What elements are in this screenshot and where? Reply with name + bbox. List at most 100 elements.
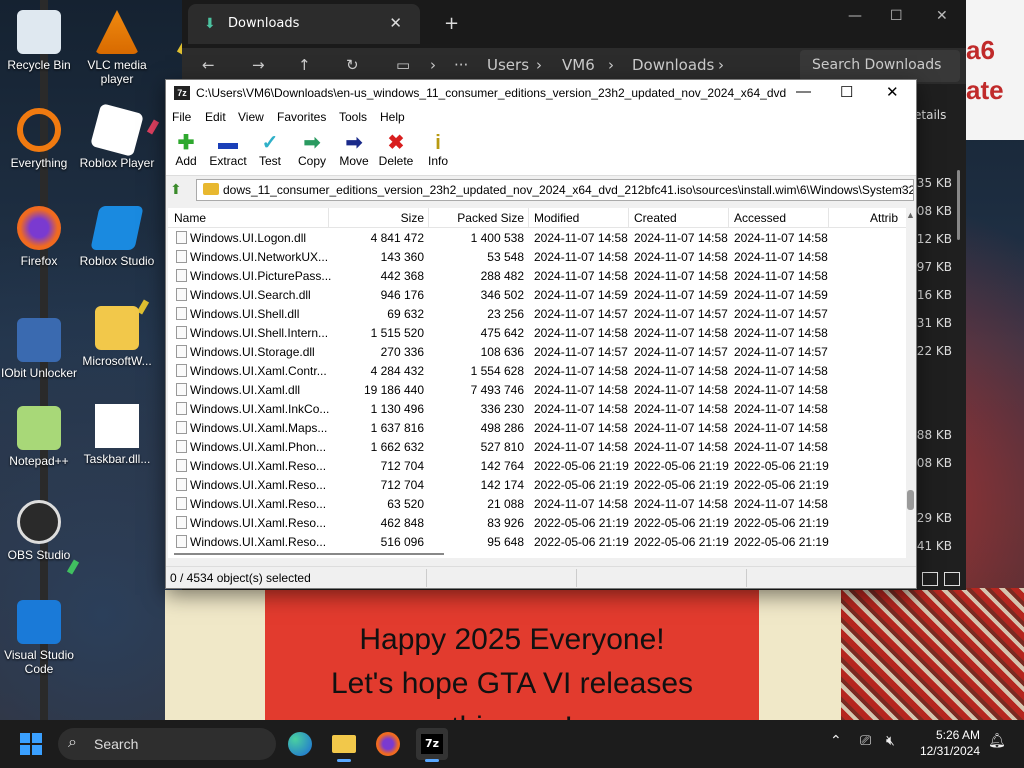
taskbar-edge[interactable]	[284, 728, 316, 760]
table-row[interactable]: Windows.UI.Xaml.Contr... 4 284 432 1 554 6…	[168, 361, 906, 380]
new-tab-button[interactable]: +	[444, 13, 459, 34]
table-row[interactable]: Windows.UI.Xaml.Reso... 712 704 142 174 202…	[168, 475, 906, 494]
tab-title: Downloads	[228, 16, 300, 31]
cell-packed-size: 288 482	[480, 269, 524, 283]
scroll-thumb[interactable]	[174, 553, 444, 555]
file-list[interactable]: Name Size Packed Size Modified Created A…	[168, 208, 906, 548]
table-row[interactable]: Windows.UI.Shell.dll 69 632 23 256 2024-11-…	[168, 304, 906, 323]
desktop-icon-vscode[interactable]: Visual Studio Code	[0, 600, 84, 676]
more-icon[interactable]: ···	[454, 56, 468, 74]
desktop-icon-obs[interactable]: OBS Studio	[0, 500, 84, 562]
cell-accessed: 2024-11-07 14:58	[734, 402, 828, 416]
table-row[interactable]: Windows.UI.Xaml.InkCo... 1 130 496 336 230…	[168, 399, 906, 418]
table-row[interactable]: Windows.UI.Xaml.Reso... 462 848 83 926 2022…	[168, 513, 906, 532]
cell-modified: 2022-05-06 21:19	[534, 535, 629, 548]
cell-size: 4 284 432	[370, 364, 424, 378]
delete-button[interactable]: ✖ Delete	[373, 132, 419, 168]
col-packed-size[interactable]: Packed Size	[438, 211, 524, 225]
table-row[interactable]: Windows.UI.Logon.dll 4 841 472 1 400 538 20…	[168, 228, 906, 247]
details-view-icon[interactable]	[922, 572, 938, 586]
up-icon[interactable]: ↑	[298, 56, 311, 74]
tab-downloads[interactable]: ⬇ Downloads ✕	[188, 4, 420, 44]
forward-icon[interactable]: →	[252, 56, 265, 74]
vscode-icon	[17, 600, 61, 644]
path-input[interactable]: dows_11_consumer_editions_version_23h2_u…	[196, 179, 914, 201]
scroll-thumb[interactable]	[907, 490, 914, 510]
clock[interactable]: 5:26 AM 12/31/2024	[916, 727, 980, 759]
minimize-button[interactable]: —	[848, 8, 862, 24]
table-row[interactable]: Windows.UI.NetworkUX... 143 360 53 548 2024…	[168, 247, 906, 266]
explorer-scrollbar[interactable]	[957, 170, 960, 240]
taskbar-7zip[interactable]: 7z	[416, 728, 448, 762]
col-size[interactable]: Size	[348, 211, 424, 225]
menu-file[interactable]: File	[172, 110, 191, 124]
copy-button[interactable]: ➡ Copy	[289, 132, 335, 168]
info-button[interactable]: i Info	[415, 132, 461, 168]
table-row[interactable]: Windows.UI.Storage.dll 270 336 108 636 2024…	[168, 342, 906, 361]
col-accessed[interactable]: Accessed	[734, 211, 786, 225]
desktop-icon-roblox-studio[interactable]: Roblox Studio	[72, 206, 162, 268]
table-row[interactable]: Windows.UI.Shell.Intern... 1 515 520 475 6…	[168, 323, 906, 342]
menu-edit[interactable]: Edit	[205, 110, 226, 124]
col-created[interactable]: Created	[634, 211, 677, 225]
volume-muted-icon[interactable]: 🔇︎	[886, 733, 895, 749]
7zip-window[interactable]: 7z C:\Users\VM6\Downloads\en-us_windows_…	[165, 79, 917, 589]
close-button[interactable]: ✕	[936, 8, 948, 24]
close-button[interactable]: ✕	[886, 83, 899, 101]
table-row[interactable]: Windows.UI.Xaml.dll 19 186 440 7 493 746 20…	[168, 380, 906, 399]
menu-help[interactable]: Help	[380, 110, 405, 124]
details-button[interactable]: etails	[914, 108, 946, 122]
taskbar-file-explorer[interactable]	[328, 728, 360, 762]
menu-favorites[interactable]: Favorites	[277, 110, 326, 124]
breadcrumb-vm6[interactable]: VM6	[562, 56, 595, 74]
maximize-button[interactable]: ☐	[890, 8, 903, 24]
network-icon[interactable]: ⎚	[860, 733, 871, 749]
search-input[interactable]: Search Downloads	[800, 50, 960, 82]
test-button[interactable]: ✓ Test	[247, 132, 293, 168]
scroll-up-icon[interactable]: ▲	[906, 210, 915, 220]
col-modified[interactable]: Modified	[534, 211, 579, 225]
move-button[interactable]: ➡ Move	[331, 132, 377, 168]
tiles-view-icon[interactable]	[944, 572, 960, 586]
desktop-icon-vlc[interactable]: VLC media player	[72, 10, 162, 86]
clock-date: 12/31/2024	[919, 744, 980, 758]
table-row[interactable]: Windows.UI.Search.dll 946 176 346 502 2024-…	[168, 285, 906, 304]
menu-tools[interactable]: Tools	[339, 110, 367, 124]
col-attrib[interactable]: Attrib	[870, 211, 898, 225]
cell-size: 442 368	[380, 269, 424, 283]
table-row[interactable]: Windows.UI.Xaml.Phon... 1 662 632 527 810 2…	[168, 437, 906, 456]
desktop-icon-taskbar-dll[interactable]: Taskbar.dll...	[72, 404, 162, 466]
table-row[interactable]: Windows.UI.Xaml.Reso... 516 096 95 648 2022…	[168, 532, 906, 548]
taskbar-firefox[interactable]	[372, 728, 404, 760]
file-icon	[176, 497, 187, 510]
close-tab-icon[interactable]: ✕	[389, 14, 402, 32]
desktop-icon-roblox-player[interactable]: Roblox Player	[72, 103, 162, 170]
extract-button[interactable]: ▬ Extract	[205, 132, 251, 168]
cell-accessed: 2024-11-07 14:58	[734, 231, 828, 245]
table-row[interactable]: Windows.UI.PicturePass... 442 368 288 482 2…	[168, 266, 906, 285]
table-row[interactable]: Windows.UI.Xaml.Maps... 1 637 816 498 286 2…	[168, 418, 906, 437]
refresh-icon[interactable]: ↻	[346, 56, 359, 74]
table-row[interactable]: Windows.UI.Xaml.Reso... 712 704 142 764 202…	[168, 456, 906, 475]
notification-bell-icon[interactable]: 🔔︎	[988, 733, 1006, 749]
back-icon[interactable]: ←	[202, 56, 215, 74]
menu-view[interactable]: View	[238, 110, 264, 124]
table-row[interactable]: Windows.UI.Xaml.Reso... 63 520 21 088 2024-…	[168, 494, 906, 513]
desktop-icon-microsoftw[interactable]: MicrosoftW...	[72, 306, 162, 368]
breadcrumb-downloads[interactable]: Downloads	[632, 56, 714, 74]
up-folder-icon[interactable]: ⬆	[170, 181, 188, 199]
start-button[interactable]	[20, 733, 42, 755]
cell-size: 1 662 632	[370, 440, 424, 454]
maximize-button[interactable]: ☐	[840, 83, 853, 101]
vertical-scrollbar[interactable]: ▲	[906, 208, 916, 548]
taskbar-search[interactable]: ⌕ Search	[58, 728, 276, 760]
pc-icon[interactable]: ▭	[396, 56, 410, 74]
add-button[interactable]: ✚ Add	[163, 132, 209, 168]
chevron-down-icon[interactable]: ⌵	[901, 182, 909, 195]
cell-name: Windows.UI.Xaml.Reso...	[190, 478, 327, 492]
chevron-up-icon[interactable]: ⌃	[830, 733, 842, 749]
col-name[interactable]: Name	[174, 211, 206, 225]
minimize-button[interactable]: —	[796, 83, 811, 100]
breadcrumb-users[interactable]: Users	[487, 56, 529, 74]
horizontal-scrollbar[interactable]	[168, 548, 906, 558]
